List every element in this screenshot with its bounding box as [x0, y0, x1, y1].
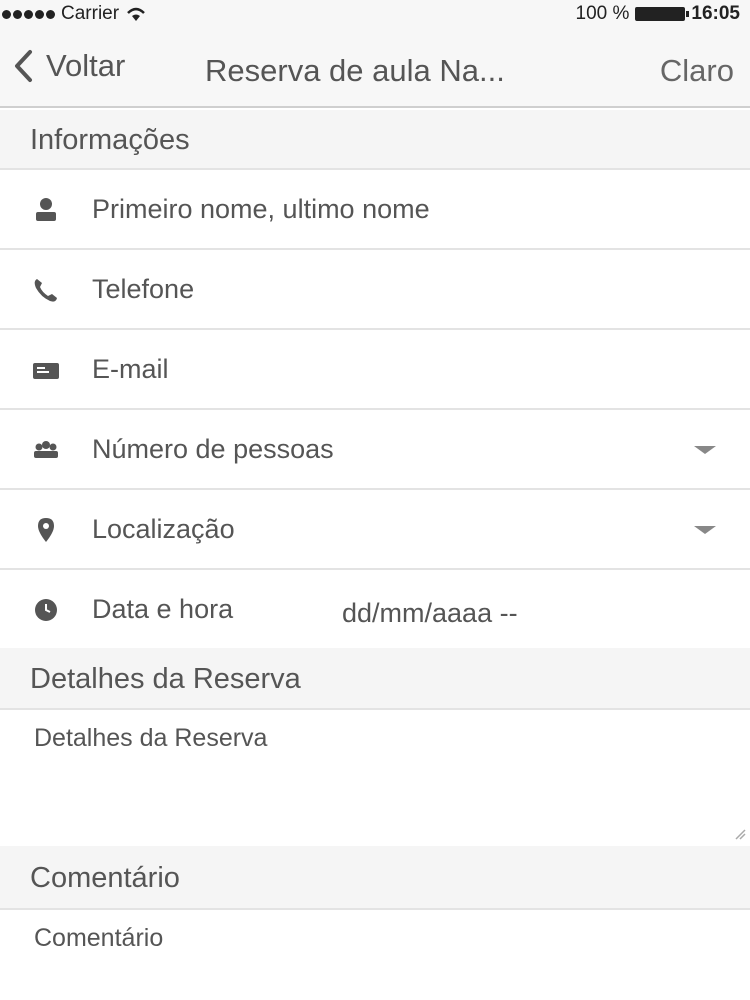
back-button-label: Voltar [46, 48, 126, 83]
email-placeholder: E-mail [92, 354, 169, 384]
status-right: 100 % 16:05 [576, 3, 740, 25]
location-select[interactable]: Localização [0, 490, 750, 570]
navigation-bar: Voltar Reserva de aula Na... Claro [0, 28, 750, 108]
status-left: Carrier [2, 3, 147, 25]
email-icon [33, 363, 59, 379]
resize-grip-icon[interactable] [734, 828, 746, 840]
date-input[interactable]: dd/mm/aaaa -- [342, 598, 518, 629]
page-title: Reserva de aula Na... [205, 53, 505, 88]
comment-placeholder: Comentário [34, 924, 164, 952]
status-time: 16:05 [691, 3, 740, 24]
location-placeholder: Localização [92, 514, 235, 544]
details-placeholder: Detalhes da Reserva [34, 724, 268, 752]
datetime-label: Data e hora [92, 594, 234, 624]
section-header-comment: Comentário [0, 846, 750, 910]
name-placeholder: Primeiro nome, ultimo nome [92, 194, 430, 224]
location-pin-icon [38, 518, 54, 542]
people-placeholder: Número de pessoas [92, 434, 334, 464]
wifi-icon [127, 7, 145, 21]
back-button[interactable]: Voltar [12, 48, 125, 84]
phone-field[interactable]: Telefone [0, 250, 750, 330]
people-select[interactable]: Número de pessoas [0, 410, 750, 490]
datetime-field[interactable]: Data e hora dd/mm/aaaa -- [0, 570, 750, 650]
comment-textarea[interactable]: Comentário [0, 910, 750, 1000]
battery-icon [635, 7, 690, 21]
chevron-down-icon [694, 526, 716, 534]
chevron-left-icon [15, 50, 32, 82]
chevron-down-icon [694, 446, 716, 454]
signal-dots-icon [2, 9, 55, 19]
battery-percent: 100 % [575, 3, 630, 24]
clock-icon [35, 599, 57, 621]
phone-placeholder: Telefone [92, 274, 195, 304]
phone-icon [34, 279, 57, 302]
name-field[interactable]: Primeiro nome, ultimo nome [0, 170, 750, 250]
details-textarea[interactable]: Detalhes da Reserva [0, 710, 750, 846]
section-header-details: Detalhes da Reserva [0, 648, 750, 710]
person-icon [36, 198, 56, 221]
section-header-info: Informações [0, 110, 750, 170]
carrier-label: Carrier [61, 3, 120, 24]
status-bar: Carrier 100 % 16:05 [0, 0, 750, 28]
group-icon [34, 441, 58, 458]
clear-button[interactable]: Claro [660, 53, 734, 89]
email-field[interactable]: E-mail [0, 330, 750, 410]
